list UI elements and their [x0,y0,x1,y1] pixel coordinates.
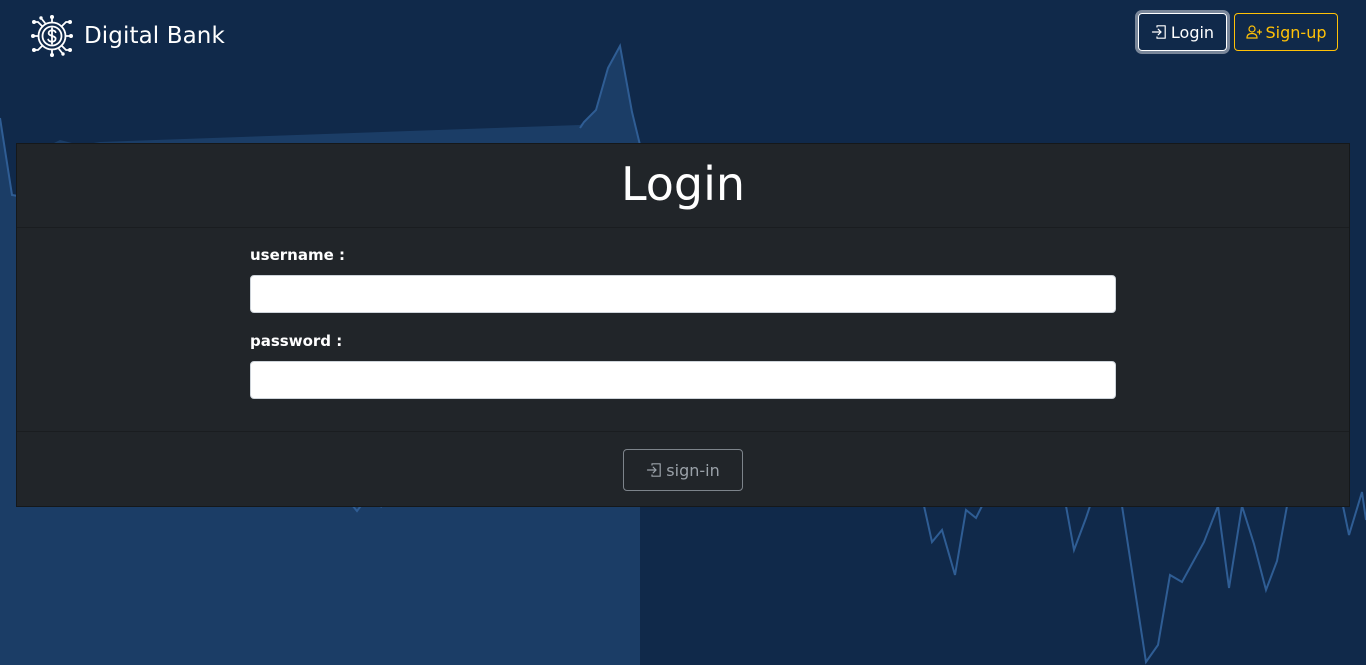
person-plus-icon [1245,25,1262,39]
password-label: password : [250,332,343,350]
login-card: Login username : password : sign-in [16,143,1350,507]
password-input[interactable] [250,361,1116,399]
box-arrow-in-right-icon [1151,25,1166,39]
box-arrow-in-right-icon [647,463,662,477]
navbar: Digital Bank Login Sign-up [0,0,1366,72]
sign-in-button[interactable]: sign-in [623,449,743,491]
login-button-label: Login [1170,22,1215,42]
sign-in-button-label: sign-in [666,460,720,480]
background-chart-line-right [923,491,1366,665]
dollar-circuit-icon [31,15,73,57]
page-title: Login [620,157,746,211]
username-label: username : [250,246,346,264]
signup-button-label: Sign-up [1265,22,1327,42]
signup-button[interactable]: Sign-up [1234,13,1338,51]
brand-name: Digital Bank [84,23,225,49]
login-button[interactable]: Login [1138,13,1227,51]
login-card-header: Login [17,144,1349,228]
login-card-footer: sign-in [17,431,1349,506]
brand-link[interactable]: Digital Bank [28,12,225,60]
username-input[interactable] [250,275,1116,313]
